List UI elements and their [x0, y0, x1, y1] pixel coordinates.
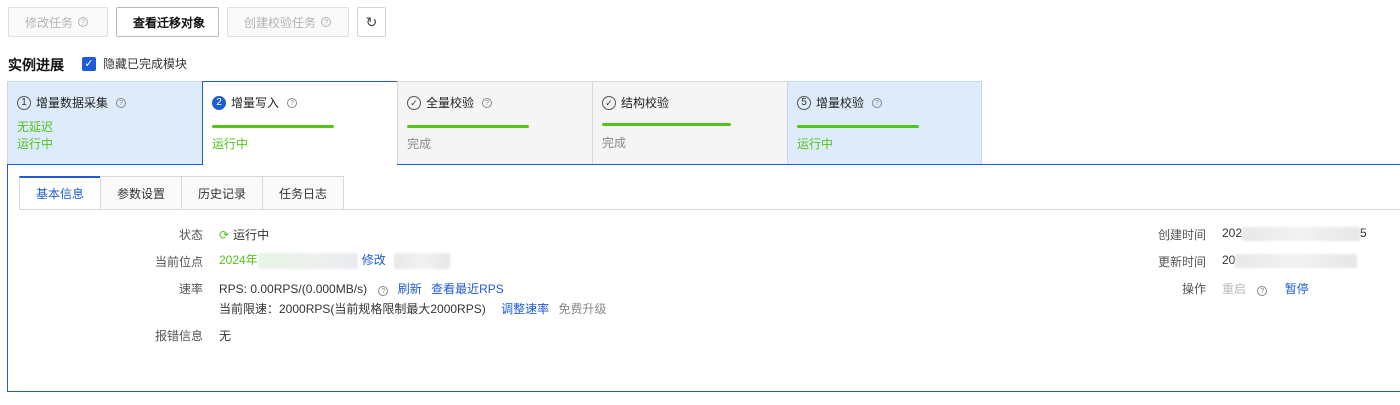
rate-text: RPS: 0.00RPS/(0.000MB/s) [219, 282, 368, 296]
view-migration-objects-label: 查看迁移对象 [133, 15, 206, 30]
tab-task-log[interactable]: 任务日志 [262, 176, 345, 210]
step-delay: 无延迟 [17, 120, 54, 134]
check-circle-icon: ✓ [407, 95, 421, 110]
tab-basic-info[interactable]: 基本信息 [19, 176, 101, 210]
step-status: 完成 [602, 136, 627, 150]
tab-history[interactable]: 历史记录 [181, 176, 263, 210]
step-status: 完成 [407, 137, 432, 151]
limit-text: 当前限速：2000RPS(当前规格限制最大2000RPS) [219, 302, 486, 316]
toolbar: 修改任务 ? 查看迁移对象 创建校验任务 ? ↻ [8, 7, 386, 37]
action-buttons: 重启 ? 暂停 [1222, 280, 1309, 297]
position-value: 2024年 修改 [219, 251, 450, 269]
help-icon: ? [872, 97, 883, 108]
status-label: 状态 [178, 228, 203, 242]
updated-time-prefix: 20 [1222, 253, 1236, 267]
help-icon: ? [321, 17, 332, 27]
step-progress: 1 增量数据采集 ? 无延迟 运行中 2 增量写入 ? 运行中 ✓ 全量校验 ?… [7, 81, 982, 165]
rate-value: RPS: 0.00RPS/(0.000MB/s) ? 刷新 查看最近RPS [219, 280, 504, 297]
help-icon: ? [1257, 286, 1268, 296]
view-migration-objects-button[interactable]: 查看迁移对象 [116, 7, 219, 37]
checkbox-checked-icon[interactable]: ✓ [82, 56, 96, 71]
step-status: 运行中 [212, 137, 249, 151]
step-progress-bar [212, 125, 334, 128]
step-label: 结构校验 [621, 96, 670, 110]
refresh-rate-link[interactable]: 刷新 [398, 282, 422, 296]
step-label: 全量校验 [426, 96, 475, 110]
modify-task-label: 修改任务 [25, 15, 74, 30]
restart-button[interactable]: 重启 [1222, 282, 1246, 296]
step-incremental-write[interactable]: 2 增量写入 ? 运行中 [202, 81, 397, 165]
rate-label: 速率 [178, 282, 203, 296]
created-time-value: 202 5 [1222, 226, 1367, 241]
progress-title: 实例进展 [8, 57, 64, 73]
step-progress-bar [797, 125, 919, 128]
step-status: 运行中 [17, 137, 54, 151]
action-label: 操作 [1181, 282, 1206, 296]
help-icon: ? [287, 97, 298, 108]
step-label: 增量写入 [231, 96, 280, 110]
created-time-prefix: 202 [1222, 226, 1243, 240]
step-progress-bar [407, 125, 529, 128]
redacted-text [393, 252, 450, 269]
refresh-button[interactable]: ↻ [357, 7, 386, 37]
step-number-icon: 2 [212, 95, 226, 110]
refresh-icon: ↻ [365, 13, 378, 30]
updated-time-label: 更新时间 [1157, 255, 1206, 269]
step-full-check[interactable]: ✓ 全量校验 ? 完成 [397, 81, 592, 165]
tab-divider [19, 209, 1400, 210]
create-check-task-button[interactable]: 创建校验任务 ? [227, 7, 349, 37]
step-number-icon: 5 [797, 95, 811, 110]
redacted-position [257, 252, 358, 269]
step-progress-bar [602, 123, 731, 126]
tab-param-settings[interactable]: 参数设置 [100, 176, 182, 210]
hide-completed-toggle[interactable]: ✓ 隐藏已完成模块 [82, 55, 187, 72]
step-structure-check[interactable]: ✓ 结构校验 完成 [592, 81, 787, 165]
redacted-time [1235, 253, 1358, 268]
position-text: 2024年 [219, 253, 258, 267]
status-value: ⟳ 运行中 [219, 226, 269, 243]
adjust-rate-link[interactable]: 调整速率 [501, 302, 549, 316]
help-icon: ? [482, 97, 493, 108]
error-value: 无 [219, 329, 232, 343]
position-label: 当前位点 [154, 255, 203, 269]
status-text: 运行中 [233, 228, 270, 242]
created-time-label: 创建时间 [1157, 228, 1206, 242]
sync-icon: ⟳ [219, 228, 230, 242]
step-status: 运行中 [797, 137, 834, 151]
hide-completed-label: 隐藏已完成模块 [103, 57, 188, 71]
help-icon: ? [78, 17, 89, 27]
help-icon: ? [116, 97, 127, 108]
updated-time-value: 20 [1222, 253, 1358, 268]
create-check-task-label: 创建校验任务 [244, 15, 317, 30]
error-label: 报错信息 [154, 329, 203, 343]
step-incremental-check[interactable]: 5 增量校验 ? 运行中 [787, 81, 982, 165]
modify-task-button[interactable]: 修改任务 ? [8, 7, 108, 37]
view-recent-rps-link[interactable]: 查看最近RPS [431, 282, 504, 296]
tab-bar: 基本信息 参数设置 历史记录 任务日志 [19, 176, 345, 210]
redacted-time [1242, 226, 1361, 241]
created-time-suffix: 5 [1360, 226, 1367, 240]
limit-value: 当前限速：2000RPS(当前规格限制最大2000RPS) 调整速率 免费升级 [219, 300, 606, 317]
free-upgrade-link[interactable]: 免费升级 [558, 302, 606, 316]
step-incremental-collection[interactable]: 1 增量数据采集 ? 无延迟 运行中 [7, 81, 202, 165]
step-label: 增量校验 [816, 96, 865, 110]
detail-panel: 基本信息 参数设置 历史记录 任务日志 状态 ⟳ 运行中 当前位点 2024年 修改… [7, 164, 1400, 392]
step-number-icon: 1 [17, 95, 31, 110]
help-icon: ? [378, 286, 389, 296]
check-circle-icon: ✓ [602, 95, 616, 110]
pause-button[interactable]: 暂停 [1285, 282, 1309, 296]
modify-position-link[interactable]: 修改 [362, 253, 386, 267]
step-label: 增量数据采集 [36, 96, 109, 110]
